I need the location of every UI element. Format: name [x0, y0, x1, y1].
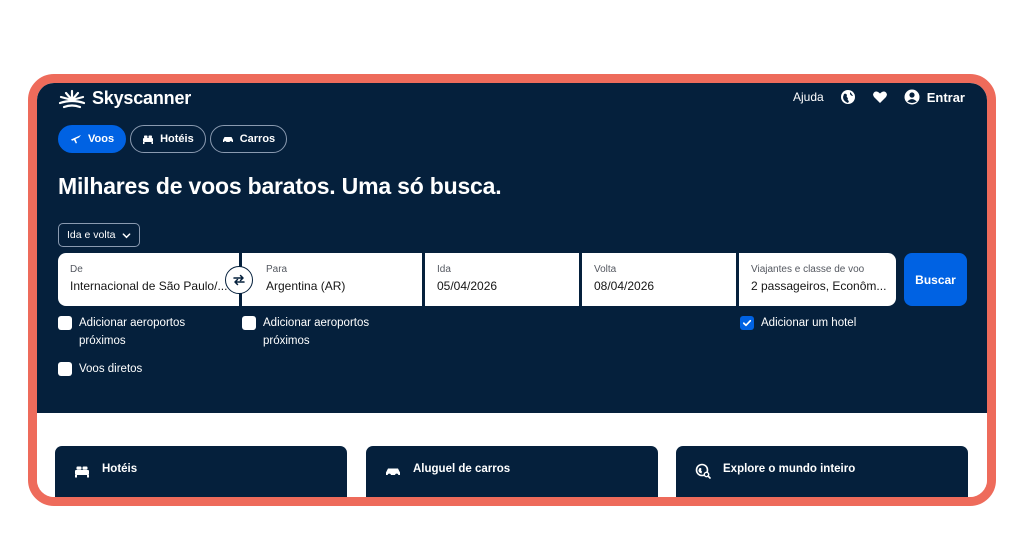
brand-logo[interactable]: Skyscanner: [58, 88, 191, 109]
nearby-destination-label: Adicionar aeroportos próximos: [263, 317, 370, 347]
return-date-field[interactable]: Volta 08/04/2026: [582, 253, 736, 306]
swap-button[interactable]: [225, 266, 253, 294]
heart-icon[interactable]: [872, 89, 888, 105]
travellers-label: Viajantes e classe de voo: [751, 264, 865, 275]
tab-hotels-label: Hotéis: [160, 133, 194, 145]
nearby-origin-label: Adicionar aeroportos próximos: [79, 317, 186, 347]
car-icon: [222, 137, 233, 144]
hotels-card-label: Hotéis: [102, 463, 138, 475]
depart-label: Ida: [437, 264, 451, 275]
origin-label: De: [70, 264, 83, 275]
swap-arrows-icon: [233, 274, 245, 286]
product-tabs: Voos Hotéis Carros: [58, 125, 288, 153]
explore-icon: [695, 463, 711, 479]
explore-card[interactable]: Explore o mundo inteiro: [676, 446, 968, 497]
nearby-destination-checkbox[interactable]: Adicionar aeroportos próximos: [242, 314, 402, 350]
quick-links-section: Hotéis Aluguel de carros Explore o mundo…: [37, 413, 987, 497]
hotels-card[interactable]: Hotéis: [55, 446, 347, 497]
checkmark-icon: [742, 319, 752, 327]
car-icon: [386, 468, 400, 477]
destination-value: Argentina (AR): [266, 279, 346, 293]
add-hotel-label: Adicionar um hotel: [761, 317, 857, 329]
tab-flights[interactable]: Voos: [58, 125, 127, 153]
direct-flights-checkbox[interactable]: Voos diretos: [58, 360, 142, 378]
checkbox-box-checked[interactable]: [740, 316, 754, 330]
checkbox-box[interactable]: [242, 316, 256, 330]
tab-hotels[interactable]: Hotéis: [130, 125, 206, 153]
destination-label: Para: [266, 264, 288, 275]
depart-date-field[interactable]: Ida 05/04/2026: [425, 253, 579, 306]
bed-icon: [143, 135, 154, 144]
brand-name: Skyscanner: [92, 88, 192, 108]
chevron-down-icon: [123, 232, 131, 238]
car-hire-card[interactable]: Aluguel de carros: [366, 446, 658, 497]
search-button[interactable]: Buscar: [904, 253, 967, 306]
return-value: 08/04/2026: [594, 279, 655, 293]
login-label: Entrar: [926, 89, 965, 105]
trip-type-select[interactable]: Ida e volta: [58, 223, 141, 247]
travellers-field[interactable]: Viajantes e classe de voo 2 passageiros,…: [739, 253, 896, 306]
tab-flights-label: Voos: [88, 133, 115, 145]
globe-icon[interactable]: [840, 89, 856, 105]
login-button[interactable]: Entrar: [904, 89, 965, 105]
trip-type-value: Ida e volta: [67, 229, 116, 241]
checkbox-box[interactable]: [58, 362, 72, 376]
user-icon: [904, 89, 920, 105]
checkbox-box[interactable]: [58, 316, 72, 330]
depart-value: 05/04/2026: [437, 279, 498, 293]
plane-icon: [71, 135, 81, 144]
car-hire-card-label: Aluguel de carros: [413, 463, 511, 475]
direct-flights-label: Voos diretos: [79, 363, 143, 375]
nearby-origin-checkbox[interactable]: Adicionar aeroportos próximos: [58, 314, 218, 350]
destination-field[interactable]: Para Argentina (AR): [242, 253, 422, 306]
browser-frame: Skyscanner Ajuda Entrar Voos Hotéis Carr…: [28, 74, 996, 506]
page-title: Milhares de voos baratos. Uma só busca.: [58, 173, 502, 199]
tab-cars[interactable]: Carros: [209, 125, 288, 153]
tab-cars-label: Carros: [239, 133, 276, 145]
help-link[interactable]: Ajuda: [793, 90, 824, 104]
origin-value: Internacional de São Paulo/...: [70, 279, 228, 293]
bed-icon: [75, 466, 89, 478]
add-hotel-checkbox[interactable]: Adicionar um hotel: [740, 314, 856, 332]
return-label: Volta: [594, 264, 617, 275]
travellers-value: 2 passageiros, Econôm...: [751, 279, 887, 293]
origin-field[interactable]: De Internacional de São Paulo/...: [58, 253, 239, 306]
header-actions: Ajuda Entrar: [793, 89, 965, 105]
hero-section: Skyscanner Ajuda Entrar Voos Hotéis Carr…: [37, 83, 987, 413]
skyscanner-logo-icon: [58, 89, 86, 108]
explore-card-label: Explore o mundo inteiro: [723, 463, 856, 475]
